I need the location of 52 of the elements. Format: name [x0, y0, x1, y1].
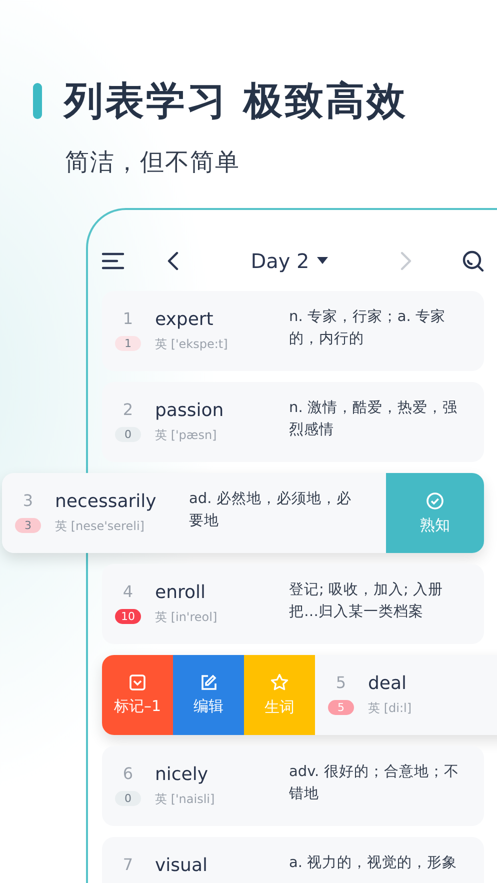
word-number: 2 — [122, 400, 134, 420]
word-text: necessarily — [55, 491, 158, 513]
phonetic-text: 英 [in'reol] — [155, 609, 218, 626]
word-card[interactable]: 5 5 deal 英 [di:l] — [315, 655, 497, 735]
phonetic-text: 英 ['naisli] — [155, 791, 216, 808]
search-icon[interactable] — [462, 250, 484, 272]
word-card[interactable]: 4 10 enroll 英 [in'reol] 登记; 吸收，加入; 入册把…归入某一类档案 — [102, 564, 484, 644]
count-badge: 5 — [328, 700, 354, 715]
count-badge: 3 — [15, 518, 41, 533]
count-badge: 10 — [115, 609, 141, 624]
checkbox-icon — [129, 674, 146, 691]
count-badge: 0 — [115, 791, 141, 806]
back-icon[interactable] — [167, 250, 179, 270]
word-text: expert — [155, 309, 214, 331]
definition-text: n. 专家，行家；a. 专家的，内行的 — [289, 308, 447, 349]
definition-text: ad. 必然地，必须地，必要地 — [189, 490, 352, 531]
word-number: 3 — [22, 491, 34, 511]
phonetic-text: 英 [nese'sereli] — [55, 518, 146, 535]
word-card[interactable]: 7 visual a. 视力的，视觉的，形象 — [102, 837, 484, 883]
caret-icon — [317, 257, 328, 264]
word-number: 5 — [336, 673, 346, 693]
headline-subtitle: 简洁，但不简单 — [65, 147, 241, 178]
menu-icon[interactable] — [102, 252, 124, 270]
word-text: visual — [155, 855, 208, 877]
definition-text: a. 视力的，视觉的，形象 — [289, 854, 458, 873]
edit-button[interactable]: 编辑 — [173, 655, 244, 735]
phonetic-text: 英 [di:l] — [368, 700, 413, 717]
word-text: deal — [368, 673, 408, 695]
definition-text: n. 激情，酷爱，热爱，强烈感情 — [289, 399, 458, 440]
word-number: 1 — [122, 309, 134, 329]
count-badge: 1 — [115, 336, 141, 351]
definition-text: 登记; 吸收，加入; 入册把…归入某一类档案 — [289, 581, 444, 622]
word-number: 7 — [122, 855, 134, 875]
word-text: nicely — [155, 764, 210, 786]
edit-icon — [200, 674, 217, 691]
word-text: passion — [155, 400, 225, 422]
phonetic-text: 英 ['pæsn] — [155, 427, 218, 444]
word-card[interactable]: 2 0 passion 英 ['pæsn] n. 激情，酷爱，热爱，强烈感情 — [102, 382, 484, 462]
star-icon — [270, 673, 289, 692]
check-circle-icon — [426, 492, 444, 510]
word-number: 6 — [122, 764, 134, 784]
definition-text: adv. 很好的；合意地；不错地 — [289, 763, 460, 804]
word-card[interactable]: 3 3 necessarily 英 [nese'sereli] ad. 必然地，必须地，必要地 — [2, 473, 386, 553]
headline-title: 列表学习 极致高效 — [64, 78, 408, 126]
accent-bar — [33, 83, 42, 119]
word-number: 4 — [122, 582, 134, 602]
phonetic-text: 英 ['ekspe:t] — [155, 336, 229, 353]
word-card[interactable]: 6 0 nicely 英 ['naisli] adv. 很好的；合意地；不错地 — [102, 746, 484, 826]
day-selector[interactable]: Day 2 — [250, 248, 328, 272]
word-card[interactable]: 1 1 expert 英 ['ekspe:t] n. 专家，行家；a. 专家的，内行的 — [102, 291, 484, 371]
count-badge: 0 — [115, 427, 141, 442]
word-text: enroll — [155, 582, 207, 604]
